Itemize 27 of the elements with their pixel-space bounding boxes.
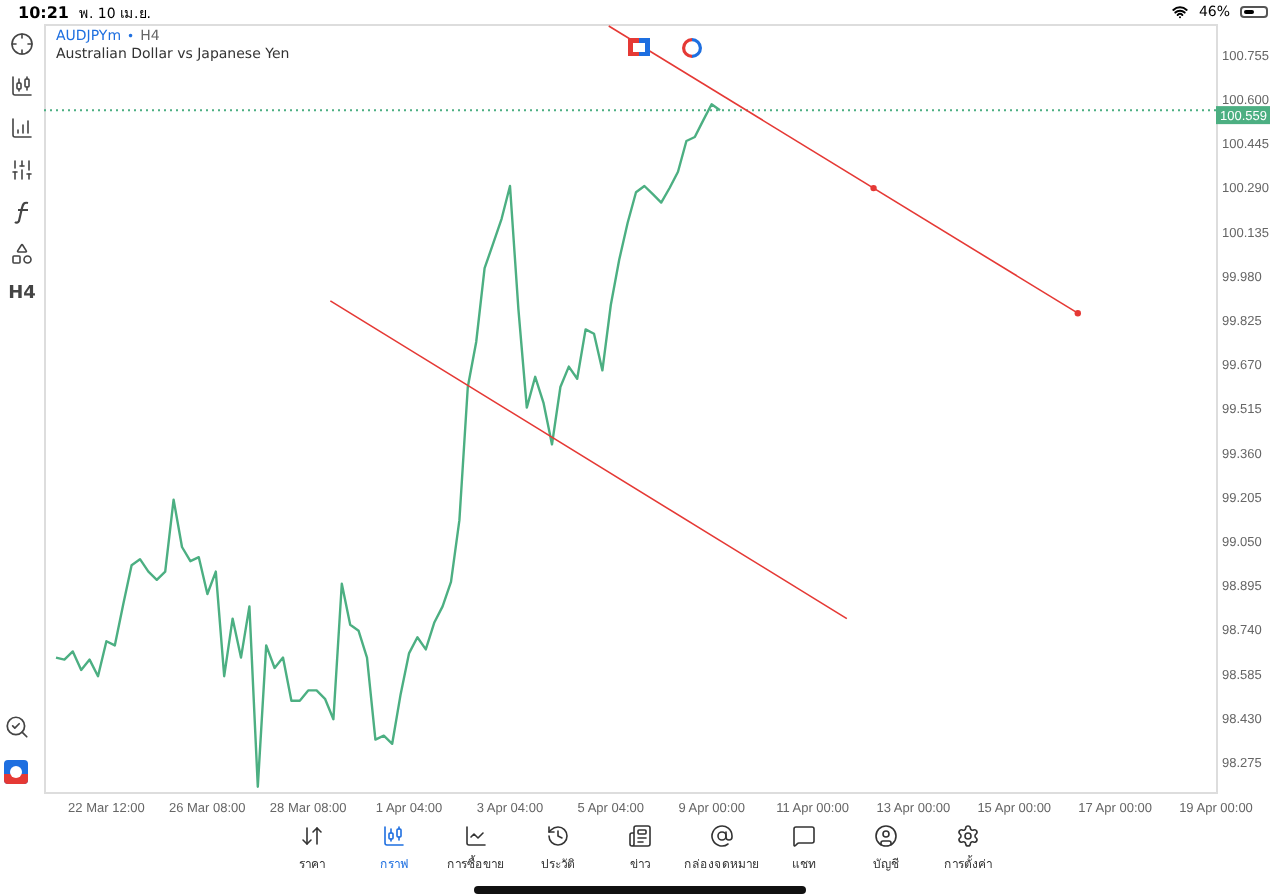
candles-icon	[10, 74, 34, 99]
settings-icon	[956, 824, 980, 849]
indicators-icon	[10, 116, 34, 141]
function-button[interactable]	[11, 200, 33, 225]
app-logo-icon[interactable]	[4, 760, 28, 785]
candlestick-icon	[382, 824, 406, 849]
wifi-icon	[1172, 4, 1189, 21]
line-chart-icon	[464, 824, 488, 849]
chart-search-icon[interactable]	[4, 714, 30, 741]
crosshair-button[interactable]	[10, 32, 34, 57]
sliders-icon	[10, 158, 34, 183]
indicators-button[interactable]	[10, 116, 34, 141]
crosshair-icon	[10, 32, 34, 57]
timeframe-button[interactable]: H4	[8, 284, 36, 305]
shapes-button[interactable]	[10, 242, 34, 267]
up-down-arrows-icon	[300, 824, 324, 849]
shapes-icon	[10, 242, 34, 267]
sliders-button[interactable]	[10, 158, 34, 183]
battery-icon	[1240, 6, 1268, 19]
at-sign-icon	[710, 824, 734, 849]
status-time: 10:21	[18, 3, 69, 22]
function-icon	[11, 200, 33, 225]
candles-button[interactable]	[10, 74, 34, 99]
chat-bubble-icon	[792, 824, 816, 849]
newspaper-icon	[628, 824, 652, 849]
history-icon	[546, 824, 570, 849]
user-circle-icon	[874, 824, 898, 849]
